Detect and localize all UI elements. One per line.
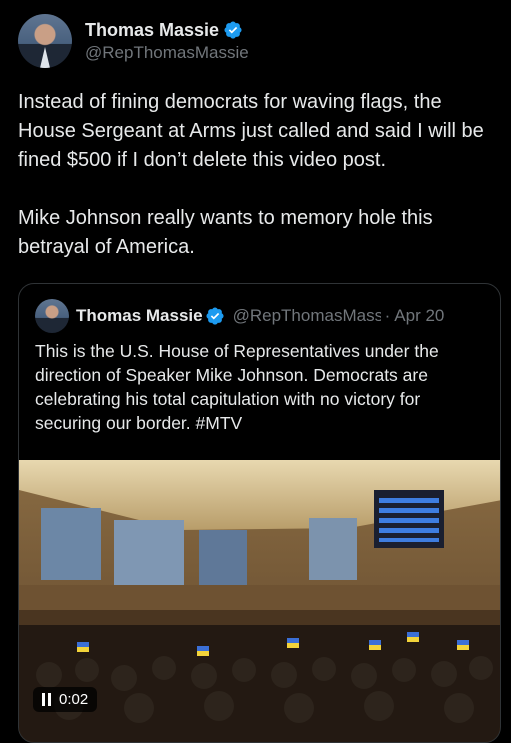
author-name[interactable]: Thomas Massie [85, 20, 219, 41]
author-block: Thomas Massie @RepThomasMassie [85, 20, 249, 63]
post-text-paragraph: Mike Johnson really wants to memory hole… [18, 207, 433, 258]
quoted-post-text: This is the U.S. House of Representative… [35, 341, 439, 433]
quoted-avatar [35, 299, 69, 333]
video-player[interactable]: 0:02 [19, 460, 500, 742]
post-text: Instead of fining democrats for waving f… [18, 88, 496, 262]
post-header: Thomas Massie @RepThomasMassie [18, 14, 249, 68]
quoted-post-header: Thomas Massie @RepThomasMassie · Apr 20 [35, 299, 444, 333]
pause-icon[interactable] [42, 693, 51, 706]
quoted-post-date: Apr 20 [394, 306, 445, 325]
author-name-row: Thomas Massie [85, 20, 249, 41]
separator-dot: · [384, 306, 391, 325]
avatar[interactable] [18, 14, 72, 68]
quoted-post-card[interactable]: Thomas Massie @RepThomasMassie · Apr 20 … [18, 283, 501, 743]
quoted-author-handle: @RepThomasMassie [232, 306, 381, 325]
quoted-author-name: Thomas Massie [76, 306, 203, 325]
author-handle[interactable]: @RepThomasMassie [85, 43, 249, 63]
verified-badge-icon [224, 21, 242, 39]
post-text-paragraph: Instead of fining democrats for waving f… [18, 91, 484, 171]
video-timestamp-badge[interactable]: 0:02 [33, 687, 98, 712]
video-timestamp: 0:02 [59, 691, 89, 708]
verified-badge-icon [206, 307, 224, 325]
